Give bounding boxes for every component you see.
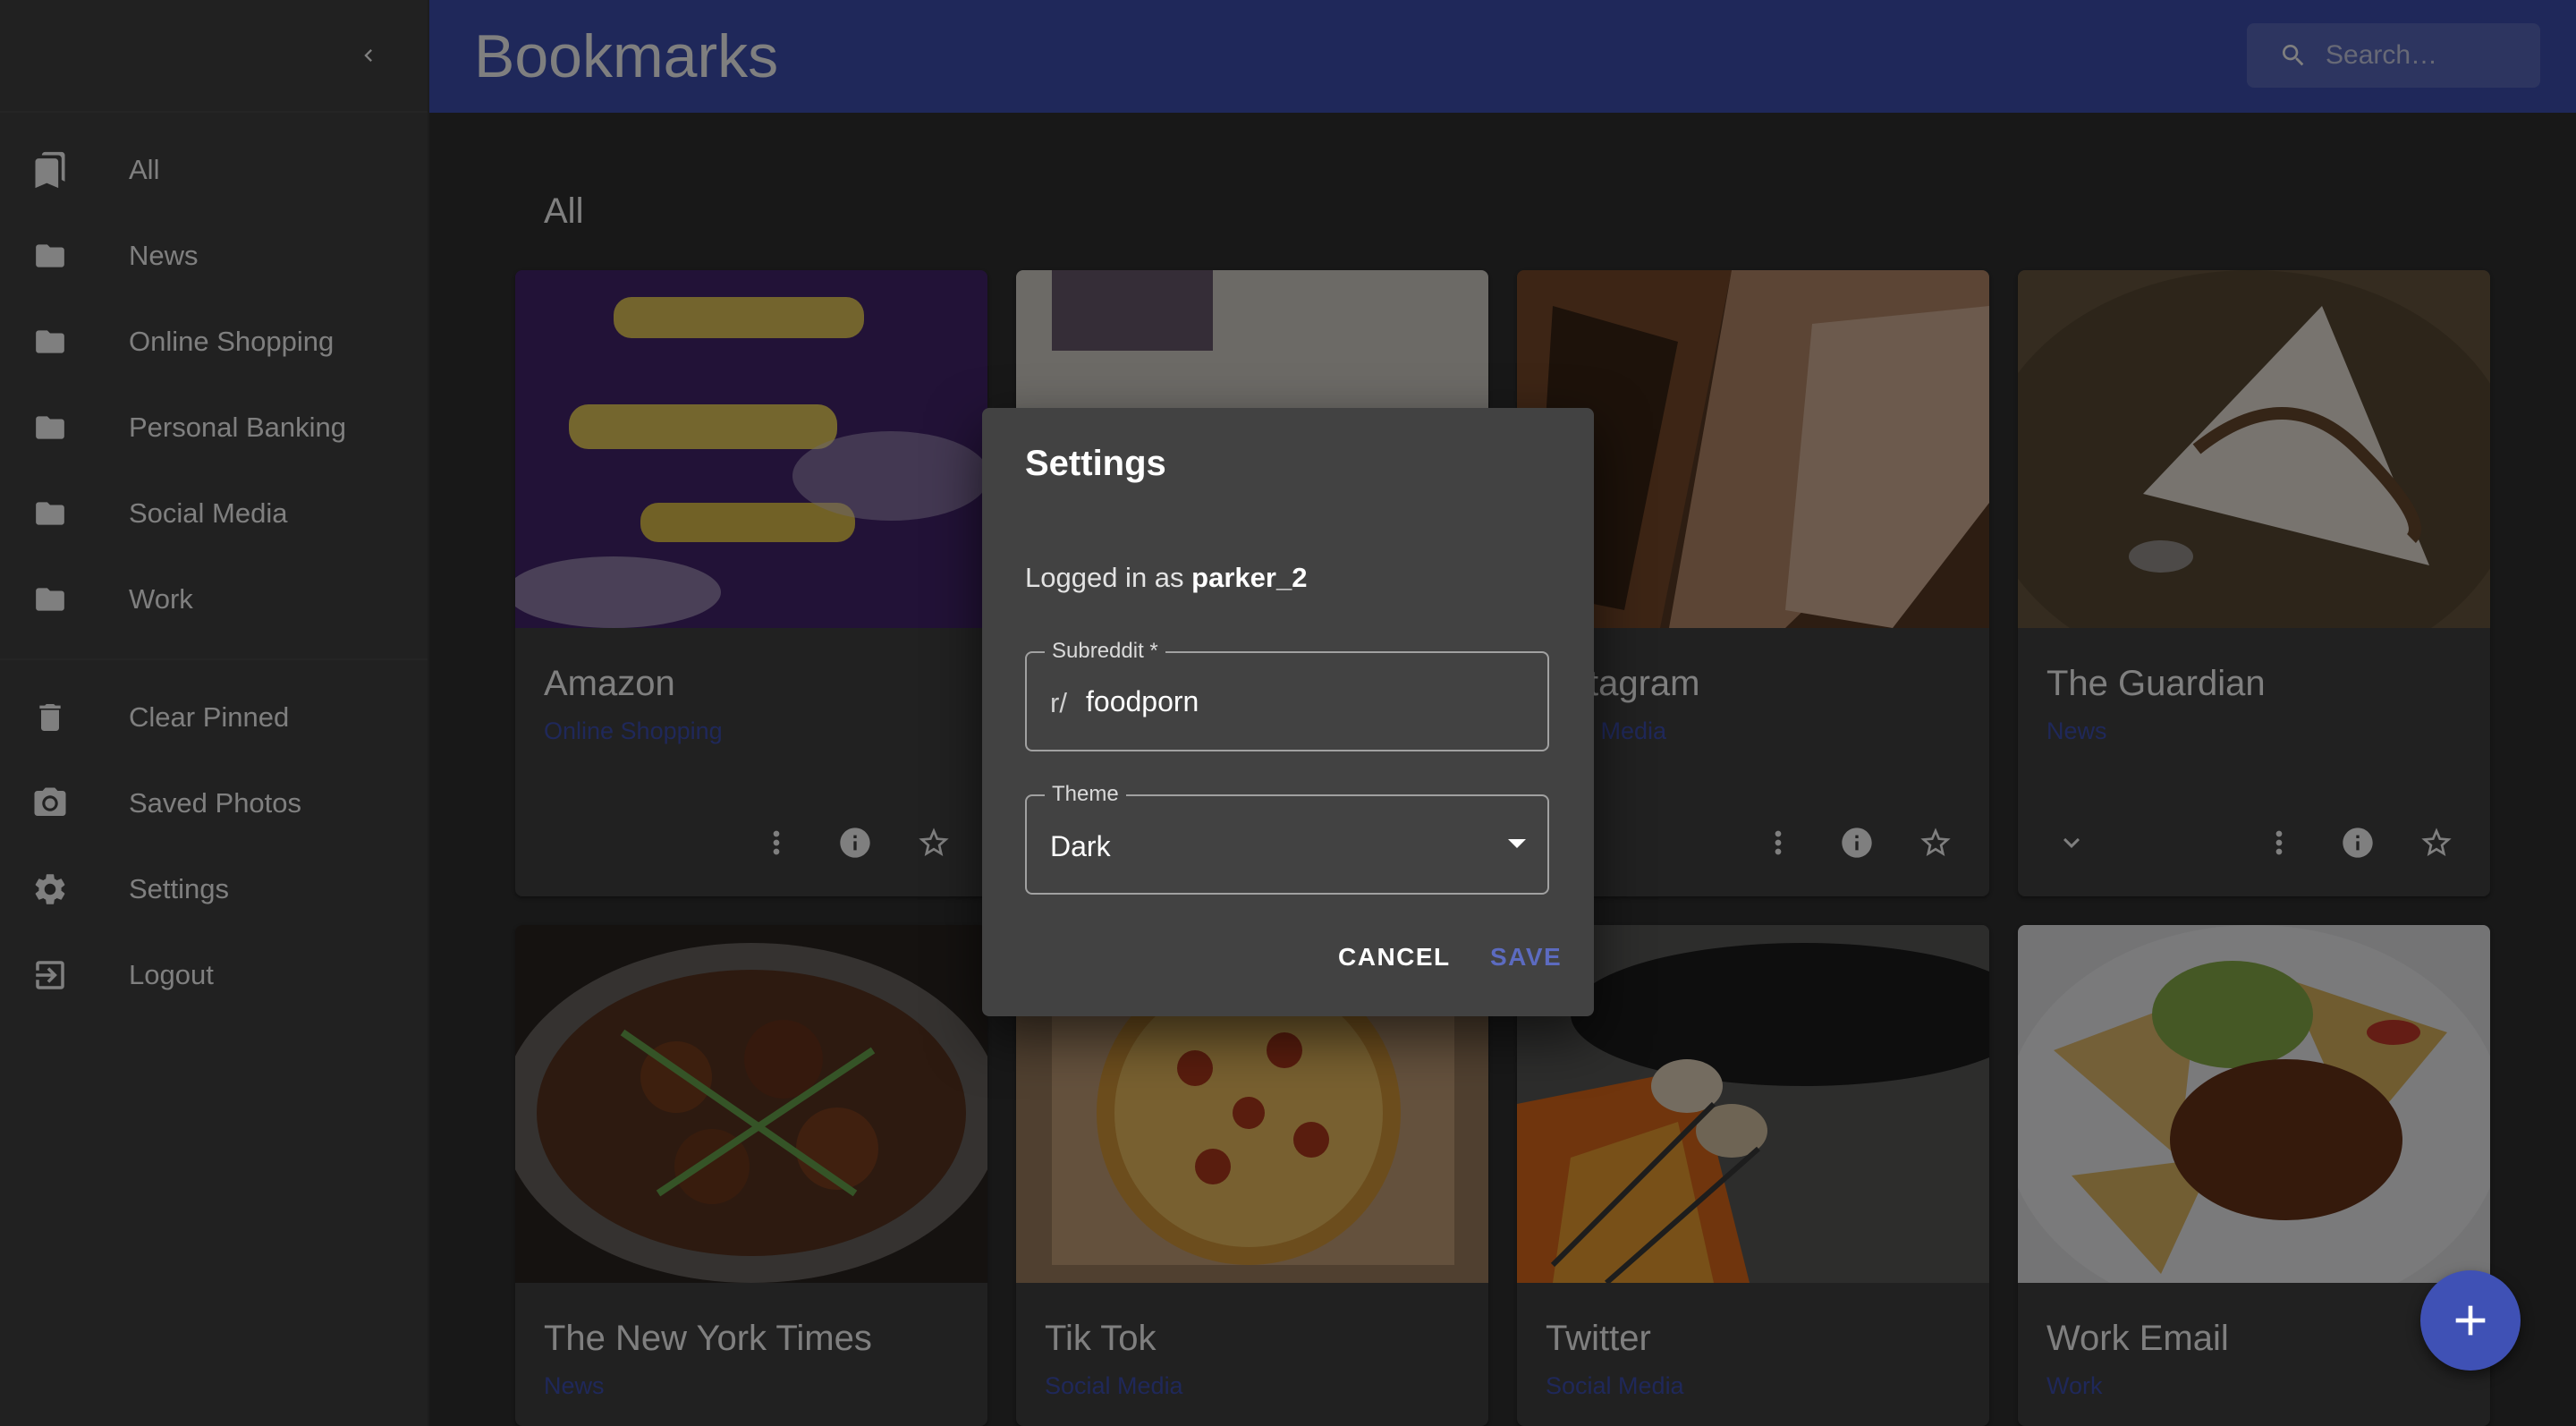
dialog-title: Settings	[1025, 444, 1166, 483]
username: parker_2	[1191, 562, 1308, 593]
cancel-button[interactable]: CANCEL	[1338, 943, 1451, 972]
settings-dialog: Settings Logged in as parker_2 Subreddit…	[982, 408, 1594, 1016]
subreddit-input[interactable]	[1086, 680, 1515, 723]
subreddit-label: Subreddit *	[1045, 639, 1165, 664]
save-button[interactable]: SAVE	[1490, 943, 1562, 972]
subreddit-field[interactable]: Subreddit * r/	[1025, 639, 1549, 751]
theme-label: Theme	[1045, 782, 1126, 807]
logged-in-prefix: Logged in as	[1025, 562, 1184, 593]
subreddit-prefix: r/	[1050, 687, 1067, 718]
theme-value: Dark	[1050, 830, 1111, 862]
dropdown-arrow-icon	[1508, 839, 1526, 848]
theme-select[interactable]: Theme Dark	[1025, 782, 1549, 895]
plus-icon	[2455, 1305, 2486, 1336]
add-bookmark-button[interactable]	[2420, 1270, 2521, 1371]
logged-in-text: Logged in as parker_2	[1025, 562, 1307, 594]
